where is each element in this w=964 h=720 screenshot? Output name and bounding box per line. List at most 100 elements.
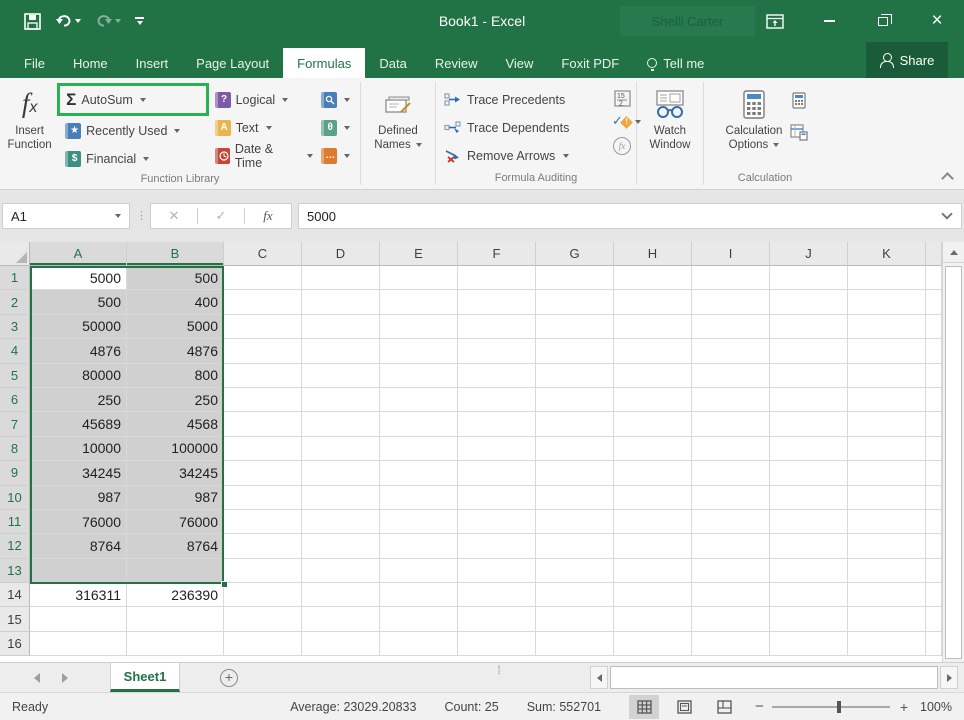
cell-partial-15[interactable] [926,607,942,632]
cell-G1[interactable] [536,266,614,291]
calculate-sheet-button[interactable] [789,120,809,144]
cell-J3[interactable] [770,314,848,340]
tab-scrollbar-splitter[interactable]: ⁞ [494,664,504,676]
cell-G6[interactable] [536,387,614,413]
cell-F5[interactable] [458,363,536,388]
cell-partial-1[interactable] [926,266,942,291]
cell-I11[interactable] [692,509,770,535]
cell-E4[interactable] [380,339,458,364]
col-header-b[interactable]: B [127,242,224,266]
cell-C9[interactable] [224,461,302,486]
cell-C3[interactable] [224,314,302,340]
user-account-badge[interactable]: Shelli Carter [620,6,755,36]
cell-B3[interactable]: 5000 [127,314,224,340]
date-time-dropdown[interactable] [306,153,313,158]
cell-I13[interactable] [692,558,770,584]
page-break-preview-button[interactable] [709,695,739,719]
cell-B15[interactable] [127,607,224,632]
col-header-f[interactable]: F [458,242,536,266]
cell-J5[interactable] [770,363,848,388]
row-header-8[interactable]: 8 [0,436,30,462]
redo-button[interactable] [95,13,121,29]
cell-K4[interactable] [848,339,926,364]
row-header-6[interactable]: 6 [0,387,30,413]
cell-H10[interactable] [614,485,692,510]
cell-C13[interactable] [224,558,302,584]
restore-button[interactable] [856,0,910,42]
logical-dropdown[interactable] [282,97,289,102]
cell-G5[interactable] [536,363,614,388]
cell-D5[interactable] [302,363,380,388]
cell-D11[interactable] [302,509,380,535]
cell-E1[interactable] [380,266,458,291]
cell-K14[interactable] [848,583,926,608]
cell-partial-10[interactable] [926,485,942,510]
cell-A1[interactable]: 5000 [30,266,127,291]
error-checking-dropdown[interactable] [635,120,641,124]
cell-F8[interactable] [458,436,536,462]
remove-arrows-dropdown[interactable] [563,153,570,158]
cell-A3[interactable]: 50000 [30,314,127,340]
formula-input[interactable]: 5000 [298,203,962,229]
cell-A8[interactable]: 10000 [30,436,127,462]
cell-E2[interactable] [380,290,458,315]
close-button[interactable]: × [910,0,964,42]
row-header-11[interactable]: 11 [0,509,30,535]
cell-H3[interactable] [614,314,692,340]
cell-C6[interactable] [224,387,302,413]
cell-J15[interactable] [770,607,848,632]
cell-I3[interactable] [692,314,770,340]
cell-H14[interactable] [614,583,692,608]
cell-K3[interactable] [848,314,926,340]
cell-H4[interactable] [614,339,692,364]
cell-H6[interactable] [614,387,692,413]
cell-G8[interactable] [536,436,614,462]
cell-I12[interactable] [692,534,770,559]
cell-B8[interactable]: 100000 [127,436,224,462]
collapse-ribbon-button[interactable] [941,172,954,185]
cell-D7[interactable] [302,412,380,437]
watch-window-button[interactable]: Watch Window [645,84,696,154]
cell-E16[interactable] [380,631,458,657]
row-header-1[interactable]: 1 [0,266,30,291]
error-checking-button[interactable]: ✓ ! [612,113,641,131]
cell-partial-7[interactable] [926,412,942,437]
text-dropdown[interactable] [265,125,272,130]
cell-G15[interactable] [536,607,614,632]
cell-E5[interactable] [380,363,458,388]
cell-B4[interactable]: 4876 [127,339,224,364]
col-header-h[interactable]: H [614,242,692,266]
cell-B5[interactable]: 800 [127,363,224,388]
cell-K12[interactable] [848,534,926,559]
scroll-right-button[interactable] [940,666,958,689]
scroll-up-button[interactable] [943,242,964,263]
cell-D3[interactable] [302,314,380,340]
cell-partial-13[interactable] [926,558,942,584]
trace-precedents-button[interactable]: Trace Precedents [436,86,606,113]
row-header-7[interactable]: 7 [0,412,30,437]
cell-F9[interactable] [458,461,536,486]
cell-A14[interactable]: 316311 [30,583,127,608]
cell-E7[interactable] [380,412,458,437]
cell-partial-2[interactable] [926,290,942,315]
autosum-button[interactable]: Σ AutoSum [64,86,201,113]
status-count[interactable]: Count: 25 [444,700,498,714]
cell-J13[interactable] [770,558,848,584]
horizontal-scrollbar-thumb[interactable] [610,666,938,689]
trace-dependents-button[interactable]: Trace Dependents [436,114,606,141]
cell-K13[interactable] [848,558,926,584]
cell-B11[interactable]: 76000 [127,509,224,535]
row-header-5[interactable]: 5 [0,363,30,388]
cell-J2[interactable] [770,290,848,315]
cell-E14[interactable] [380,583,458,608]
formula-bar-splitter[interactable]: ⋮ [136,210,147,221]
col-header-j[interactable]: J [770,242,848,266]
cell-D14[interactable] [302,583,380,608]
cell-G3[interactable] [536,314,614,340]
select-all-corner[interactable] [0,242,30,266]
row-header-2[interactable]: 2 [0,290,30,315]
lookup-reference-dropdown[interactable] [343,97,350,102]
remove-arrows-button[interactable]: Remove Arrows [436,142,606,169]
cell-J8[interactable] [770,436,848,462]
cell-E3[interactable] [380,314,458,340]
